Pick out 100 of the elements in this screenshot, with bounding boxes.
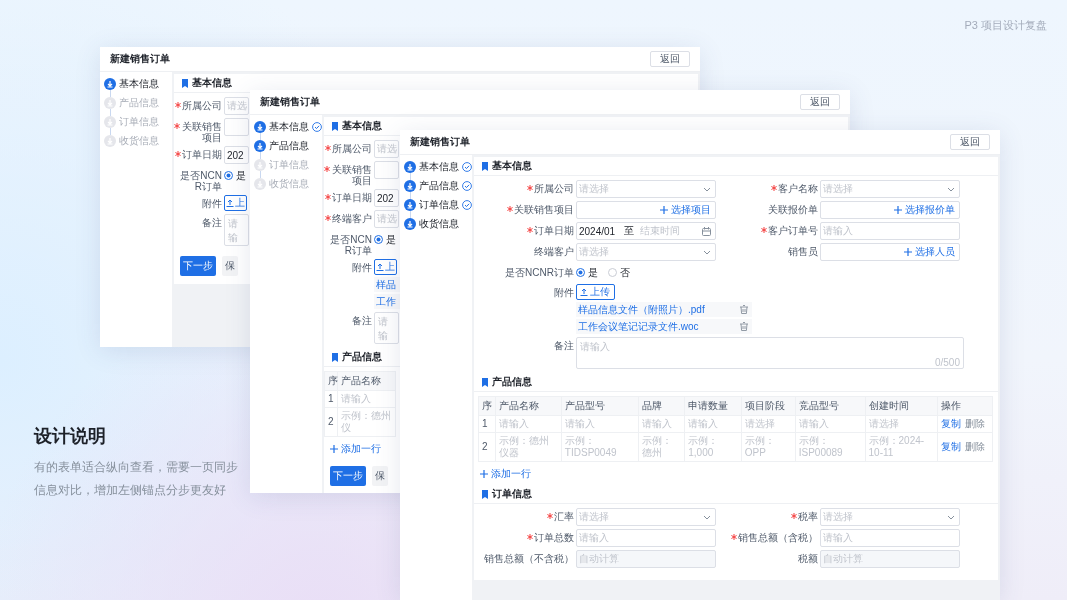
step-link[interactable]: 产品信息	[254, 140, 309, 152]
bookmark-icon	[182, 78, 188, 88]
field-label: 税额	[798, 553, 818, 564]
step-link[interactable]: 基本信息	[404, 161, 472, 173]
slide-title: P3 项目设计复盘	[964, 18, 1047, 33]
column-header: 操作	[937, 396, 993, 416]
radio-option[interactable]: 否	[608, 265, 630, 280]
field-label: 订单日期	[332, 192, 372, 203]
calendar-icon	[702, 226, 711, 236]
upload-button[interactable]: 上传	[576, 284, 615, 300]
char-counter: 0/500	[934, 357, 960, 368]
column-header: 产品型号	[561, 396, 639, 416]
caret-icon	[947, 514, 955, 520]
next-button[interactable]: 下一步	[330, 466, 366, 486]
caret-icon	[703, 249, 711, 255]
row-action-link[interactable]: 复制	[940, 441, 961, 452]
column-header: 竞品型号	[795, 396, 865, 416]
section-title: 产品信息	[342, 350, 382, 364]
bookmark-icon	[482, 161, 488, 171]
step-link[interactable]: 产品信息	[404, 180, 472, 192]
required-icon	[527, 227, 533, 233]
bookmark-icon	[482, 489, 488, 499]
field-label: 附件	[202, 198, 222, 209]
date-range-field[interactable]: 202	[374, 189, 399, 207]
row-action-link[interactable]: 删除	[964, 418, 985, 429]
date-range-field[interactable]: 202	[224, 146, 249, 164]
upload-icon	[580, 288, 588, 296]
plus-icon	[480, 470, 488, 478]
row-action-link[interactable]: 复制	[940, 418, 961, 429]
attachment-item[interactable]: 样品信息文件（附照片）.pdf	[576, 302, 752, 317]
picker-field[interactable]: 选择人员	[820, 243, 960, 261]
picker-field[interactable]: 选择项目	[576, 201, 716, 219]
field-label: 税率	[798, 511, 818, 522]
add-row-link[interactable]: 添加一行	[330, 442, 381, 456]
required-icon	[175, 102, 181, 108]
plus-icon	[330, 445, 338, 453]
table-cell: 1	[324, 390, 338, 408]
required-icon	[791, 513, 797, 519]
column-header: 项目阶段	[741, 396, 796, 416]
back-button[interactable]: 返回	[950, 134, 990, 150]
field-label: 是否NCNR订单	[179, 170, 222, 192]
field-label: 备注	[202, 217, 222, 228]
window-title: 新建销售订单	[260, 95, 320, 109]
date-value: 202	[227, 149, 244, 161]
column-header: 品牌	[638, 396, 685, 416]
field-label: 附件	[352, 262, 372, 273]
row-action-link[interactable]: 删除	[964, 441, 985, 452]
upload-button[interactable]: 上	[224, 195, 247, 211]
date-value: 202	[377, 192, 394, 204]
attachment-item[interactable]: 工作会议笔记记录文件.woc	[576, 319, 752, 334]
bookmark-icon	[332, 352, 338, 362]
required-icon	[771, 185, 777, 191]
back-button[interactable]: 返回	[650, 51, 690, 67]
field-label: 关联销售项目	[181, 121, 222, 143]
note-paragraph: 有的表单适合纵向查看，需要一页同步信息对比，增加左侧锚点分步更友好	[34, 459, 239, 499]
picker-field[interactable]	[374, 161, 399, 179]
field-label: 终端客户	[332, 213, 372, 224]
attachment-item[interactable]: 工作	[374, 294, 401, 309]
section-title: 基本信息	[192, 76, 232, 90]
upload-icon	[376, 263, 384, 271]
attachment-item[interactable]: 样品	[374, 277, 401, 292]
note-heading: 设计说明	[34, 425, 107, 448]
save-button[interactable]: 保	[372, 466, 388, 486]
required-icon	[324, 166, 330, 172]
radio-option[interactable]: 是	[576, 265, 598, 280]
required-icon	[175, 151, 181, 157]
picker-field[interactable]	[224, 118, 249, 136]
select-link[interactable]: 选择项目	[660, 203, 711, 217]
next-button[interactable]: 下一步	[180, 256, 216, 276]
select-link[interactable]: 选择人员	[904, 245, 955, 259]
step-link[interactable]: 基本信息	[104, 78, 159, 90]
date-value: 2024/01	[579, 225, 616, 237]
radio-option[interactable]: 是	[374, 232, 396, 247]
section-title: 基本信息	[492, 159, 532, 173]
bookmark-icon	[332, 121, 338, 131]
step-link[interactable]: 基本信息	[254, 121, 322, 133]
section-title: 基本信息	[342, 119, 382, 133]
save-button[interactable]: 保	[222, 256, 238, 276]
column-header: 产品名称	[337, 371, 396, 391]
add-row-link[interactable]: 添加一行	[480, 467, 531, 481]
window-title: 新建销售订单	[110, 52, 170, 66]
field-label: 附件	[554, 287, 574, 298]
required-icon	[325, 194, 331, 200]
caret-icon	[703, 514, 711, 520]
radio-option[interactable]: 是	[224, 168, 246, 183]
field-label: 销售总额（不含税）	[484, 553, 574, 564]
upload-button[interactable]: 上	[374, 259, 397, 275]
window-title: 新建销售订单	[410, 135, 470, 149]
field-label: 终端客户	[534, 246, 574, 257]
step-link[interactable]: 订单信息	[404, 199, 472, 211]
field-label: 所属公司	[332, 143, 372, 154]
picker-field[interactable]: 选择报价单	[820, 201, 960, 219]
select-link[interactable]: 选择报价单	[894, 203, 955, 217]
range-separator: 至	[624, 224, 635, 238]
back-button[interactable]: 返回	[800, 94, 840, 110]
section-title: 产品信息	[492, 375, 532, 389]
step-link[interactable]: 收货信息	[404, 218, 459, 230]
column-header: 创建时间	[865, 396, 938, 416]
bookmark-icon	[482, 377, 488, 387]
required-icon	[547, 513, 553, 519]
